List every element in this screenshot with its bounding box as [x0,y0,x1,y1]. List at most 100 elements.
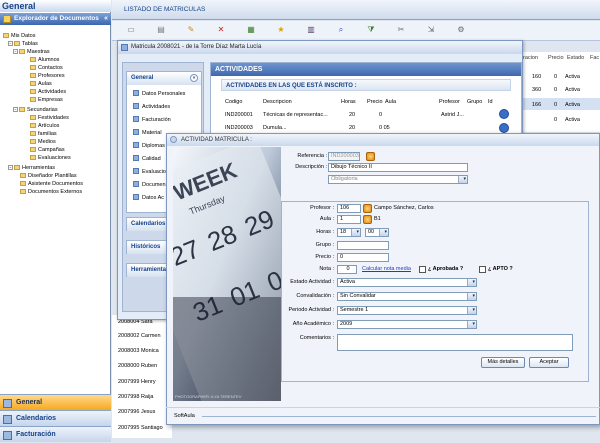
column-header[interactable]: Aula [385,97,396,107]
tree-item-articulos[interactable]: Artículos [30,123,59,130]
tree-item-familias[interactable]: familias [30,131,57,138]
precio-field[interactable]: 0 [337,253,389,262]
side-item-material[interactable]: Material [133,128,162,139]
list-item[interactable]: 2007999 Henry [118,377,156,388]
nav-calendarios[interactable]: Calendarios [0,410,111,426]
side-item-datos-ac[interactable]: Datos Ac [133,193,164,204]
expand-icon[interactable]: − [13,107,18,112]
list-item[interactable]: 2008000 Ruben [118,361,157,372]
tree-item-evaluaciones[interactable]: Evaluaciones [30,155,71,162]
add-activity-icon[interactable] [499,109,509,119]
convalidacion-select[interactable]: Sin Convalidar ▾ [337,292,477,301]
aprobada-checkbox[interactable] [419,266,426,273]
tree-item-medios[interactable]: Medios [30,139,56,146]
comentarios-field[interactable] [337,334,573,351]
tree-node-secundarias[interactable]: − Secundarias [13,107,58,114]
periodo-select[interactable]: Semestre 1 ▾ [337,306,477,315]
aula-code-field[interactable]: 1 [337,215,361,224]
print-preview-icon[interactable]: ▥ [306,25,316,35]
grupo-field[interactable] [337,241,389,250]
document-explorer-header[interactable]: Explorador de Documentos « [0,13,111,25]
column-header[interactable]: Codigo [225,97,242,107]
profesor-code-field[interactable]: 106 [337,204,361,213]
tree-item-aulas[interactable]: Aulas [30,81,52,88]
document-icon[interactable]: ▦ [246,25,256,35]
actividad-title-bar[interactable]: ACTIVIDAD MATRICULA : [167,134,599,146]
referencia-field[interactable]: IND200003 [328,152,360,161]
lookup-activity-icon[interactable] [366,152,375,161]
side-item-evaluacion[interactable]: Evaluacion [133,167,169,178]
obligatoria-select[interactable]: Obligatoria ▾ [328,175,468,184]
tree-item-alumnos[interactable]: Alumnos [30,57,59,64]
column-header[interactable]: Horas [341,97,356,107]
tree-item-actividades[interactable]: Actividades [30,89,66,96]
lookup-room-icon[interactable] [363,215,372,224]
matricula-title: Matricula 2008021 - de la Torre Díaz Mar… [131,44,262,50]
column-header[interactable]: Profesor [439,97,460,107]
tree-node-herramientas[interactable]: − Herramientas [8,165,55,172]
list-item[interactable]: 2008003 Monica [118,346,159,357]
minute-select[interactable]: 00 ▾ [365,228,389,237]
collapse-chevron-icon[interactable]: « [104,13,108,25]
search-icon[interactable]: ⌕ [336,25,346,35]
collapse-icon[interactable]: « [190,74,198,82]
tree-label: Medios [38,139,56,145]
tree-item-contactos[interactable]: Contactos [30,65,63,72]
new-icon[interactable]: ▭ [126,25,136,35]
tree-item-externos[interactable]: Documentos Externos [20,189,82,196]
tree-item-festividades[interactable]: Festividades [30,115,69,122]
tree-node-maestras[interactable]: − Maestras [13,49,50,56]
selected-row[interactable] [518,98,600,110]
calcular-nota-link[interactable]: Calcular nota media [362,265,411,274]
mas-detalles-button[interactable]: Más detalles [481,357,525,368]
tools-icon[interactable]: ✂ [396,25,406,35]
tree-item-empresas[interactable]: Empresas [30,97,63,104]
side-item-facturacion[interactable]: Facturación [133,115,171,126]
side-item-actividades[interactable]: Actividades [133,102,170,113]
expand-icon[interactable]: − [13,49,18,54]
nav-general[interactable]: General [0,394,111,410]
list-item[interactable]: 2007996 Jesus [118,407,155,418]
filter-icon[interactable]: ⧩ [366,25,376,35]
list-item[interactable]: 2007998 Raija [118,392,154,403]
general-header[interactable]: General « [127,72,201,85]
matricula-title-bar[interactable]: Matricula 2008021 - de la Torre Díaz Mar… [118,41,522,54]
lookup-teacher-icon[interactable] [363,204,372,213]
expand-icon[interactable]: − [8,165,13,170]
estado-select[interactable]: Activa ▾ [337,278,477,287]
list-item[interactable]: 2008002 Carmen [118,331,161,342]
side-item-documentos[interactable]: Documen [133,180,166,191]
tree-node-tablas[interactable]: − Tablas [8,41,38,48]
anio-select[interactable]: 2009 ▾ [337,320,477,329]
edit-activity-icon[interactable] [499,123,509,133]
column-header[interactable]: Grupo [467,97,482,107]
tree-item-profesores[interactable]: Profesores [30,73,65,80]
apto-checkbox[interactable] [479,266,486,273]
nav-facturacion[interactable]: Facturación [0,426,111,442]
column-header[interactable]: Id [488,97,493,107]
options-icon[interactable]: ⚙ [456,25,466,35]
tree-item-asistente[interactable]: Asistente Documentos [20,181,83,188]
star-icon[interactable]: ★ [276,25,286,35]
list-item[interactable]: 2007995 Santiago [118,423,163,434]
side-item-datos-personales[interactable]: Datos Personales [133,89,185,100]
export-icon[interactable]: ⇲ [426,25,436,35]
column-header[interactable]: Precio [367,97,383,107]
item-icon [30,155,36,160]
print-icon[interactable]: ▤ [156,25,166,35]
hour-select[interactable]: 18 ▾ [337,228,361,237]
delete-icon[interactable]: ✕ [216,25,226,35]
aceptar-button[interactable]: Aceptar [529,357,569,368]
tree-node-root[interactable]: Mis Datos [3,33,35,40]
descripcion-field[interactable]: Dibujo Técnico II [328,163,468,172]
expand-icon[interactable]: − [8,41,13,46]
side-item-calidad[interactable]: Calidad [133,154,161,165]
tree-item-disenador[interactable]: Diseñador Plantillas [20,173,77,180]
list-name: Henry [140,379,156,385]
column-header[interactable]: Descripcion [263,97,292,107]
edit-icon[interactable]: ✎ [186,25,196,35]
side-item-diplomas[interactable]: Diplomas [133,141,165,152]
table-row[interactable]: IND200001 Técnicas de representac... 20 … [221,109,501,121]
nota-field[interactable]: 0 [337,265,357,274]
tree-item-campanas[interactable]: Campañas [30,147,65,154]
